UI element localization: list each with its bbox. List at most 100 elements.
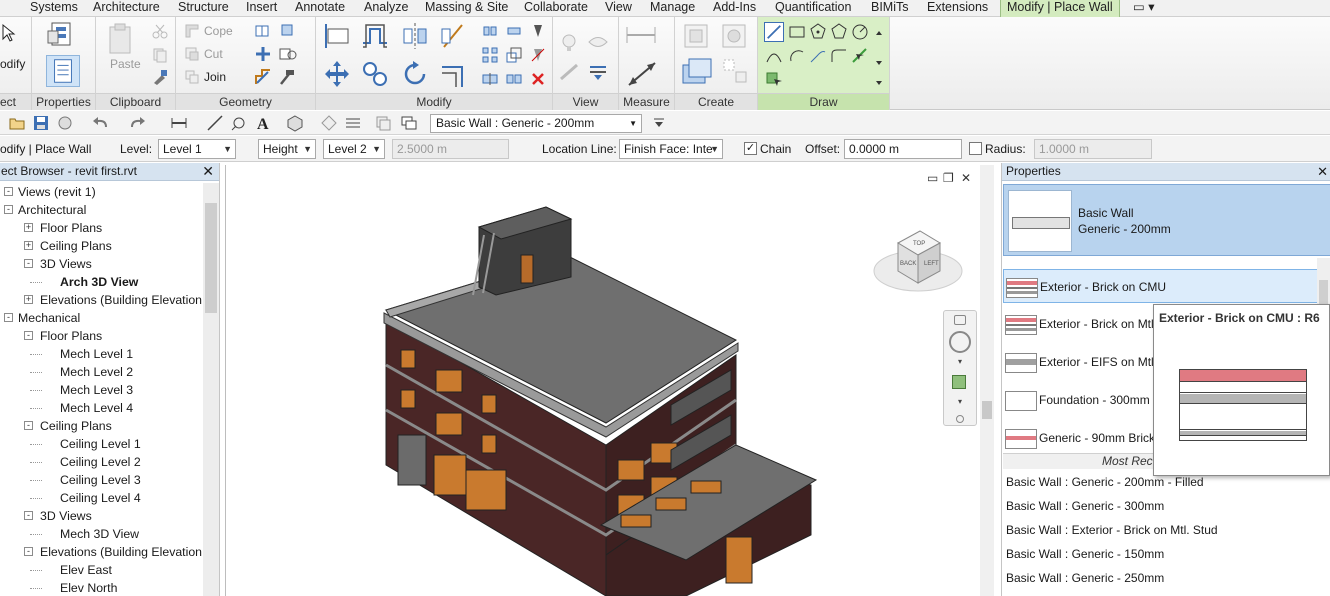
circumscribed-polygon-icon[interactable] xyxy=(829,22,849,42)
undo-icon[interactable] xyxy=(92,114,110,132)
tree-item[interactable]: Floor Plans xyxy=(40,219,102,237)
scrollbar-thumb[interactable] xyxy=(205,203,217,313)
mirror-pick-axis-icon[interactable] xyxy=(400,21,430,51)
tab-collaborate[interactable]: Collaborate xyxy=(524,0,588,17)
wall-type-option[interactable]: Exterior - Brick on CMU xyxy=(1003,269,1318,303)
hammer-icon[interactable] xyxy=(278,68,296,86)
view-panel-title[interactable]: View xyxy=(553,93,618,110)
draw-gallery-scroll-icon[interactable] xyxy=(874,27,884,87)
pick-faces-icon[interactable] xyxy=(764,69,784,89)
project-browser-scrollbar[interactable] xyxy=(203,183,219,596)
select-panel-title[interactable]: ect xyxy=(0,93,31,110)
height-value-field[interactable]: 2.5000 m xyxy=(392,139,509,159)
type-properties-icon[interactable] xyxy=(46,21,80,51)
tree-item[interactable]: Mech Level 3 xyxy=(60,381,133,399)
close-icon[interactable]: ✕ xyxy=(1317,163,1328,180)
radius-checkbox[interactable] xyxy=(969,142,982,155)
cope-label[interactable]: Cope xyxy=(204,24,233,38)
close-hidden-icon[interactable] xyxy=(374,114,392,132)
join-label[interactable]: Join xyxy=(204,70,226,84)
collapse-icon[interactable]: - xyxy=(24,259,33,268)
recent-type-item[interactable]: Basic Wall : Generic - 300mm xyxy=(1006,499,1164,513)
tree-item[interactable]: Elev North xyxy=(60,579,117,596)
circle-icon[interactable] xyxy=(850,22,870,42)
scale-icon[interactable] xyxy=(506,47,522,63)
text-icon[interactable]: A xyxy=(254,114,272,133)
demolish-icon[interactable] xyxy=(278,45,300,63)
tab-extensions[interactable]: Extensions xyxy=(927,0,988,17)
copy-icon[interactable] xyxy=(152,47,168,63)
override-graphics-icon[interactable] xyxy=(559,31,581,53)
align-icon[interactable] xyxy=(322,21,352,51)
center-ends-arc-icon[interactable] xyxy=(787,46,807,66)
offset-icon[interactable] xyxy=(360,21,390,51)
collapse-icon[interactable]: - xyxy=(4,187,13,196)
tree-item[interactable]: Ceiling Level 2 xyxy=(60,453,141,471)
recent-type-item[interactable]: Basic Wall : Exterior - Brick on Mtl. St… xyxy=(1006,523,1218,537)
modify-panel-title[interactable]: Modify xyxy=(316,93,552,110)
expand-icon[interactable]: + xyxy=(24,295,33,304)
zoom-icon[interactable] xyxy=(952,375,966,389)
tree-item[interactable]: 3D Views xyxy=(40,507,92,525)
measure-qat-icon[interactable] xyxy=(170,114,188,132)
tree-item[interactable]: 3D Views xyxy=(40,255,92,273)
fillet-arc-icon[interactable] xyxy=(829,46,849,66)
modify-tool-label[interactable]: odify xyxy=(0,57,25,71)
clipboard-panel-title[interactable]: Clipboard xyxy=(96,93,175,110)
measure-between-icon[interactable] xyxy=(625,23,661,47)
chain-checkbox[interactable]: ✓ xyxy=(744,142,757,155)
offset-field[interactable]: 0.0000 m xyxy=(844,139,962,159)
cut-clipboard-icon[interactable] xyxy=(152,23,168,39)
tab-insert[interactable]: Insert xyxy=(246,0,277,17)
cut-label[interactable]: Cut xyxy=(204,47,223,61)
collapse-icon[interactable]: - xyxy=(4,313,13,322)
create-panel-title[interactable]: Create xyxy=(675,93,757,110)
close-icon[interactable]: ✕ xyxy=(202,163,214,180)
tree-item[interactable]: Floor Plans xyxy=(40,327,102,345)
expand-icon[interactable]: + xyxy=(24,223,33,232)
building-model[interactable] xyxy=(226,165,981,596)
move-small-icon[interactable] xyxy=(482,23,498,39)
section-icon[interactable] xyxy=(320,114,338,132)
split-element-icon[interactable] xyxy=(482,71,498,87)
split-gap-icon[interactable] xyxy=(506,71,522,87)
geometry-panel-title[interactable]: Geometry xyxy=(176,93,315,110)
tree-item[interactable]: Mech Level 4 xyxy=(60,399,133,417)
paint-icon[interactable] xyxy=(278,22,296,40)
save-icon[interactable] xyxy=(32,114,50,132)
customize-qat-icon[interactable] xyxy=(650,114,668,132)
tab-bimits[interactable]: BIMiTs xyxy=(871,0,909,17)
tree-item[interactable]: Mech 3D View xyxy=(60,525,139,543)
copy-element-icon[interactable] xyxy=(506,23,522,39)
tree-item[interactable]: Mech Level 1 xyxy=(60,345,133,363)
trim-extend-icon[interactable] xyxy=(438,59,468,89)
type-selector[interactable]: Basic Wall Generic - 200mm xyxy=(1003,184,1330,256)
rotate-icon[interactable] xyxy=(400,59,430,89)
tab-view[interactable]: View xyxy=(605,0,632,17)
inscribed-polygon-icon[interactable] xyxy=(808,22,828,42)
chevron-down-icon[interactable]: ▾ xyxy=(958,357,962,366)
hide-element-icon[interactable] xyxy=(587,31,609,53)
join-profile-icon[interactable] xyxy=(254,68,272,86)
close-nav-bar-icon[interactable] xyxy=(954,315,966,325)
match-properties-icon[interactable] xyxy=(152,69,168,85)
tree-item[interactable]: Mech Level 2 xyxy=(60,363,133,381)
create-assembly-icon[interactable] xyxy=(681,21,713,51)
rectangle-icon[interactable] xyxy=(787,22,807,42)
chevron-down-icon[interactable]: ▾ xyxy=(958,397,962,406)
location-line-dropdown[interactable]: Finish Face: Inte ▼ xyxy=(619,139,723,159)
tree-item[interactable]: Elevations (Building Elevation xyxy=(40,291,202,309)
collapse-icon[interactable]: - xyxy=(24,421,33,430)
line-icon[interactable] xyxy=(764,22,784,42)
3d-viewport[interactable]: ▭ ❐ ✕ TOP BACK LEFT xyxy=(225,165,980,596)
pick-lines-icon[interactable] xyxy=(850,46,870,66)
wall-joins-icon[interactable] xyxy=(254,45,272,63)
collapse-icon[interactable]: - xyxy=(24,511,33,520)
switch-windows-icon[interactable] xyxy=(400,114,418,132)
level-dropdown[interactable]: Level 1 ▼ xyxy=(158,139,236,159)
radius-field[interactable]: 1.0000 m xyxy=(1034,139,1152,159)
split-face-icon[interactable] xyxy=(254,22,272,40)
filter-icon[interactable] xyxy=(587,61,609,83)
tab-manage[interactable]: Manage xyxy=(650,0,695,17)
collapse-icon[interactable]: - xyxy=(24,331,33,340)
